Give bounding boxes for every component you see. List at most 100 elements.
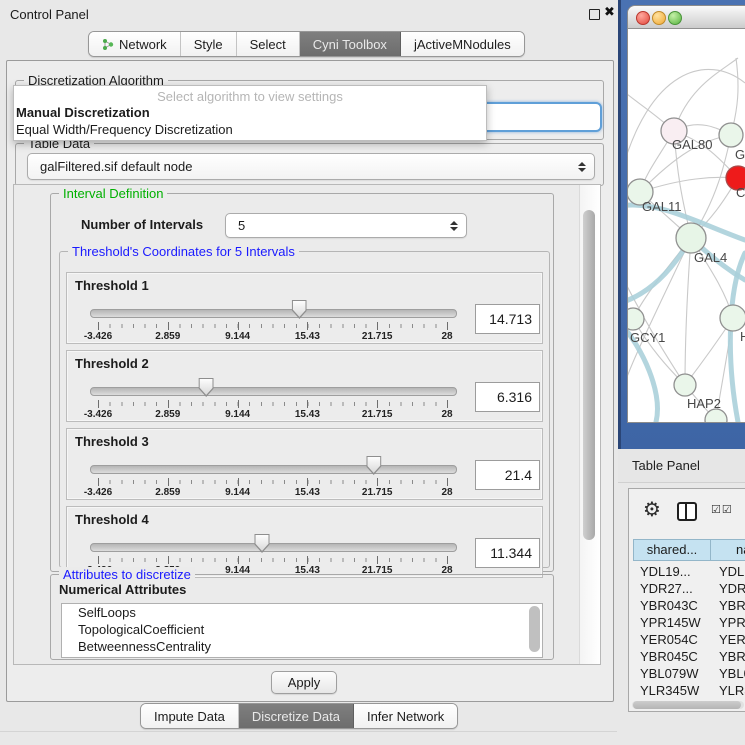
dropdown-option-manual[interactable]: Manual Discretization [14, 104, 486, 121]
network-node-label: GA [735, 147, 745, 162]
thresholds-group: Threshold's Coordinates for 5 Intervals … [59, 251, 550, 568]
checkbox-icons[interactable]: ☑☑ [711, 503, 733, 516]
major-tick [447, 322, 448, 330]
major-tick [238, 400, 239, 408]
scrollbar-thumb[interactable] [583, 210, 595, 540]
major-tick [377, 478, 378, 486]
slider-handle[interactable] [199, 378, 214, 397]
network-edge [674, 58, 738, 131]
numerical-attributes-label: Numerical Attributes [59, 582, 186, 597]
cell-name: YDR2 [712, 580, 745, 597]
numerical-attributes-list[interactable]: SelfLoopsTopologicalCoefficientBetweenne… [61, 603, 543, 658]
tab-infer-network[interactable]: Infer Network [354, 704, 457, 728]
list-scrollbar[interactable] [529, 606, 540, 652]
threshold-value-field[interactable]: 6.316 [475, 382, 540, 412]
threshold-row-3: Threshold 3-3.4262.8599.14415.4321.71528… [66, 428, 543, 500]
tab-jactivemnodules[interactable]: jActiveMNodules [401, 32, 524, 56]
list-item[interactable]: TopologicalCoefficient [62, 621, 542, 638]
zoom-traffic-light-icon[interactable] [668, 11, 682, 25]
window-bottom-divider [0, 731, 617, 732]
scrollbar-thumb[interactable] [633, 701, 741, 709]
cyni-toolbox-panel: Discretization Algorithm Select algorith… [6, 60, 614, 702]
threshold-label: Threshold 2 [75, 356, 149, 371]
gear-icon[interactable]: ⚙ [643, 497, 661, 522]
network-canvas[interactable]: GAL80GACGAL11GAL4GCY1HHAP2 [628, 28, 745, 422]
major-tick [168, 400, 169, 408]
network-node-label: H [740, 329, 745, 344]
settings-scrollbar[interactable] [579, 185, 600, 664]
table-row[interactable]: YDR27...YDR2 [633, 580, 745, 597]
tab-discretize-data[interactable]: Discretize Data [239, 704, 354, 728]
table-row[interactable]: YPR145WYPR1 [633, 614, 745, 631]
tick-label: -3.426 [84, 487, 112, 498]
tab-impute-data[interactable]: Impute Data [141, 704, 239, 728]
table-row[interactable]: YER054CYER0 [633, 631, 745, 648]
table-data-combo[interactable]: galFiltered.sif default node [27, 153, 595, 180]
cell-name: YBL0 [712, 665, 745, 682]
table-panel-title: Table Panel [632, 458, 700, 473]
tab-cyni-toolbox[interactable]: Cyni Toolbox [300, 32, 401, 56]
stepper-arrows-icon [577, 162, 586, 172]
minimize-traffic-light-icon[interactable] [652, 11, 666, 25]
major-tick [98, 400, 99, 408]
tab-label: jActiveMNodules [414, 37, 511, 52]
table-row[interactable]: YBR043CYBR0 [633, 597, 745, 614]
slider-handle[interactable] [366, 456, 381, 475]
column-header-shared[interactable]: shared... [633, 539, 711, 561]
table-row[interactable]: YBL079WYBL0 [633, 665, 745, 682]
cell-name: YLR3 [712, 682, 745, 698]
threshold-label: Threshold 3 [75, 434, 149, 449]
threshold-value-field[interactable]: 14.713 [475, 304, 540, 334]
tick-label: 28 [441, 409, 452, 420]
network-node[interactable] [720, 305, 745, 331]
major-tick [447, 478, 448, 486]
close-traffic-light-icon[interactable] [636, 11, 650, 25]
slider-major-ticks [98, 478, 447, 486]
close-icon[interactable]: ✖ [604, 4, 615, 20]
float-window-icon[interactable] [589, 9, 600, 20]
apply-button[interactable]: Apply [271, 671, 337, 694]
list-item[interactable]: SelfLoops [62, 604, 542, 621]
network-view-window[interactable]: GAL80GACGAL11GAL4GCY1HHAP2 [627, 5, 745, 423]
interval-definition-group: Interval Definition Number of Intervals … [50, 193, 554, 572]
table-row[interactable]: YBR045CYBR0 [633, 648, 745, 665]
threshold-row-1: Threshold 1-3.4262.8599.14415.4321.71528… [66, 272, 543, 344]
slider-major-ticks [98, 400, 447, 408]
split-view-icon[interactable] [677, 502, 697, 521]
threshold-value-field[interactable]: 21.4 [475, 460, 540, 490]
slider-handle[interactable] [255, 534, 270, 553]
major-tick [307, 556, 308, 564]
table-row[interactable]: YLR345WYLR3 [633, 682, 745, 698]
column-header-name[interactable]: na [711, 539, 745, 561]
network-node[interactable] [674, 374, 696, 396]
slider-handle[interactable] [292, 300, 307, 319]
cell-name: YBR0 [712, 597, 745, 614]
cell-shared-name: YDL19... [633, 563, 712, 580]
tab-select[interactable]: Select [237, 32, 300, 56]
tab-style[interactable]: Style [181, 32, 237, 56]
threshold-value-field[interactable]: 11.344 [475, 538, 540, 568]
slider-tick-labels: -3.4262.8599.14415.4321.71528 [98, 487, 447, 499]
major-tick [168, 322, 169, 330]
tab-network[interactable]: Network [89, 32, 181, 56]
tick-label: 15.43 [295, 487, 320, 498]
list-item[interactable]: BetweennessCentrality [62, 638, 542, 655]
tick-label: 21.715 [362, 487, 393, 498]
cell-shared-name: YLR345W [633, 682, 712, 698]
network-node[interactable] [628, 308, 644, 330]
slider-range [98, 534, 447, 554]
network-window-titlebar[interactable] [628, 6, 745, 29]
major-tick [168, 478, 169, 486]
tick-label: -3.426 [84, 409, 112, 420]
major-tick [447, 400, 448, 408]
table-horizontal-scrollbar[interactable] [632, 701, 744, 709]
num-intervals-combo[interactable]: 5 [225, 213, 467, 238]
table-panel-titlebar: Table Panel [618, 449, 745, 483]
table-row[interactable]: YDL19...YDL1 [633, 563, 745, 580]
network-node[interactable] [719, 123, 743, 147]
dropdown-option-equal-width[interactable]: Equal Width/Frequency Discretization [14, 121, 486, 138]
network-node[interactable] [676, 223, 706, 253]
panel-title: Control Panel [10, 7, 89, 22]
slider-range [98, 456, 447, 476]
tick-label: 15.43 [295, 409, 320, 420]
